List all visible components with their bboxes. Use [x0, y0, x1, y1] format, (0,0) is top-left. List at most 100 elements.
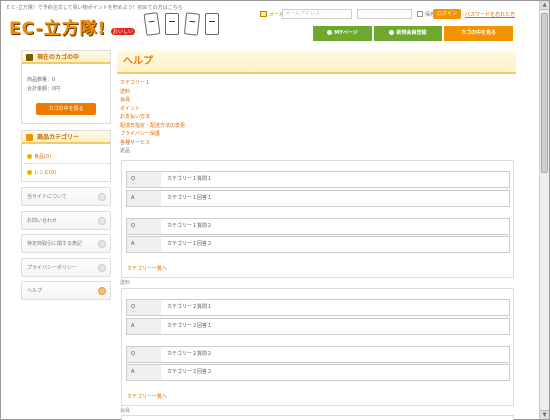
signup-button[interactable]: 新規会員登録 [374, 26, 443, 41]
faq-row: Q カテゴリー１質問１ [126, 171, 510, 188]
faq-tag: Q [127, 172, 161, 187]
toc-link[interactable]: 配達日指定・配送方法の変更 [120, 122, 185, 131]
arrow-right-icon [98, 240, 106, 248]
email-input[interactable]: メールアドレス [282, 9, 352, 19]
mail-icon [260, 11, 267, 17]
faq-tag: Q [127, 219, 161, 234]
cart-icon [26, 54, 33, 61]
scroll-thumb[interactable] [541, 13, 548, 173]
bullet-icon [27, 154, 32, 159]
cart-total: 合計金額：0円 [27, 86, 61, 92]
sidebar-link-law[interactable]: 特定商取引に関する表記 [21, 234, 111, 253]
toc-link[interactable]: 各種サービス [120, 139, 185, 148]
sidebar-link-about[interactable]: 当サイトについて [21, 187, 111, 206]
scroll-up-arrow-icon[interactable]: ▲ [540, 1, 549, 10]
category-item[interactable]: レシピ(0) [27, 169, 56, 176]
category-box: 商品カテゴリー 食品(0) レシピ(0) [21, 130, 111, 182]
view-cart-label: カゴの中を見る [460, 30, 496, 36]
faq-text: カテゴリー１回答１ [167, 195, 213, 201]
cart-box-title: 現在のカゴの中 [37, 54, 80, 61]
login-form: メール メールアドレス 保存 ログイン パスワードを忘れた方 [257, 9, 537, 21]
view-cart-button[interactable]: カゴの中を見る [444, 26, 513, 41]
mascot-figure [143, 12, 161, 36]
gear-icon [327, 30, 333, 35]
faq-row: A カテゴリー２回答１ [126, 318, 510, 335]
mypage-button[interactable]: MYページ [313, 26, 373, 41]
sidebar-link-label: お問い合わせ [27, 218, 58, 224]
faq-text: カテゴリー１質問１ [167, 176, 213, 182]
category-box-title: 商品カテゴリー [37, 134, 80, 141]
sidebar-link-label: 当サイトについて [27, 194, 67, 200]
toc-link[interactable]: カテゴリー１ [120, 79, 185, 88]
faq-row: A カテゴリー１回答１ [126, 190, 510, 207]
toc-link[interactable]: 会員 [120, 96, 185, 105]
site-logo[interactable]: EC-立方隊! おいしい [7, 14, 137, 39]
arrow-right-icon [98, 264, 106, 272]
login-button[interactable]: ログイン [433, 9, 461, 19]
arrow-right-icon [98, 217, 106, 225]
faq-row: Q カテゴリー２質問２ [126, 346, 510, 363]
divider [24, 163, 110, 164]
faq-row: A カテゴリー１回答２ [126, 236, 510, 253]
faq-text: カテゴリー１質問２ [167, 223, 213, 229]
category-icon [26, 134, 33, 141]
mascot-figure [183, 12, 201, 36]
faq-tag: A [127, 191, 161, 206]
category-label: 食品(0) [34, 154, 52, 160]
sidebar-link-label: ヘルプ [27, 288, 43, 294]
toc-link[interactable]: お支払い方法 [120, 113, 185, 122]
faq-tag: Q [127, 300, 161, 315]
category-item[interactable]: 食品(0) [27, 153, 51, 160]
logo-badge: おいしい [111, 28, 136, 35]
gear-icon [389, 30, 395, 35]
back-to-categories-link[interactable]: カテゴリー一覧へ [127, 265, 167, 272]
cart-count: 商品数量：0 [27, 77, 56, 83]
faq-text: カテゴリー２質問１ [167, 304, 213, 310]
mascot-illustration [143, 9, 238, 43]
sidebar-link-contact[interactable]: お問い合わせ [21, 211, 111, 230]
site-header: ＥＣ-立方隊！で予約注文して買い物ポイントを貯めよう！初めての方はこちら EC-… [1, 1, 539, 45]
faq-row: A カテゴリー２回答２ [126, 364, 510, 381]
faq-tag: Q [127, 347, 161, 362]
sidebar-link-privacy[interactable]: プライバシーポリシー [21, 258, 111, 277]
category-label: レシピ(0) [34, 170, 57, 176]
toc-link[interactable]: 返品 [120, 147, 185, 156]
sidebar-link-label: プライバシーポリシー [27, 265, 77, 271]
faq-row: Q カテゴリー２質問１ [126, 299, 510, 316]
forgot-password-link[interactable]: パスワードを忘れた方 [465, 11, 515, 18]
signup-label: 新規会員登録 [396, 30, 427, 36]
faq-text: カテゴリー２質問２ [167, 351, 213, 357]
arrow-right-icon [98, 193, 106, 201]
faq-text: カテゴリー１回答２ [167, 241, 213, 247]
password-input[interactable] [357, 9, 412, 19]
vertical-scrollbar[interactable]: ▲ ▼ [539, 1, 549, 419]
help-toc: カテゴリー１ 送料 会員 ポイント お支払い方法 配達日指定・配送方法の変更 プ… [120, 79, 185, 156]
mascot-figure [205, 13, 219, 35]
faq-section [121, 415, 514, 420]
mascot-figure [165, 13, 179, 35]
cart-summary-box: 現在のカゴの中 商品数量：0 合計金額：0円 カゴの中を見る [21, 50, 111, 124]
faq-section: Q カテゴリー１質問１ A カテゴリー１回答１ Q カテゴリー１質問２ A カテゴリー１… [121, 160, 514, 278]
faq-tag: A [127, 319, 161, 334]
faq-tag: A [127, 237, 161, 252]
faq-section: Q カテゴリー２質問１ A カテゴリー２回答１ Q カテゴリー２質問２ A カテゴリー２… [121, 288, 514, 406]
remember-checkbox[interactable] [417, 11, 423, 17]
faq-row: Q カテゴリー１質問２ [126, 218, 510, 235]
cart-box-header: 現在のカゴの中 [22, 51, 110, 64]
category-box-header: 商品カテゴリー [22, 131, 110, 144]
sidebar-link-label: 特定商取引に関する表記 [27, 241, 83, 247]
back-to-categories-link[interactable]: カテゴリー一覧へ [127, 393, 167, 400]
arrow-right-icon [98, 287, 106, 295]
page-title: ヘルプ [117, 50, 516, 74]
sidebar-view-cart-button[interactable]: カゴの中を見る [36, 103, 96, 115]
faq-text: カテゴリー２回答２ [167, 369, 213, 375]
faq-text: カテゴリー２回答１ [167, 323, 213, 329]
scroll-down-arrow-icon[interactable]: ▼ [540, 410, 549, 419]
bullet-icon [27, 170, 32, 175]
toc-link[interactable]: プライバシー保護 [120, 130, 185, 139]
sidebar-link-help[interactable]: ヘルプ [21, 281, 111, 300]
mypage-label: MYページ [334, 30, 358, 36]
section-label: 会員 [120, 408, 131, 414]
toc-link[interactable]: ポイント [120, 105, 185, 114]
toc-link[interactable]: 送料 [120, 88, 185, 97]
